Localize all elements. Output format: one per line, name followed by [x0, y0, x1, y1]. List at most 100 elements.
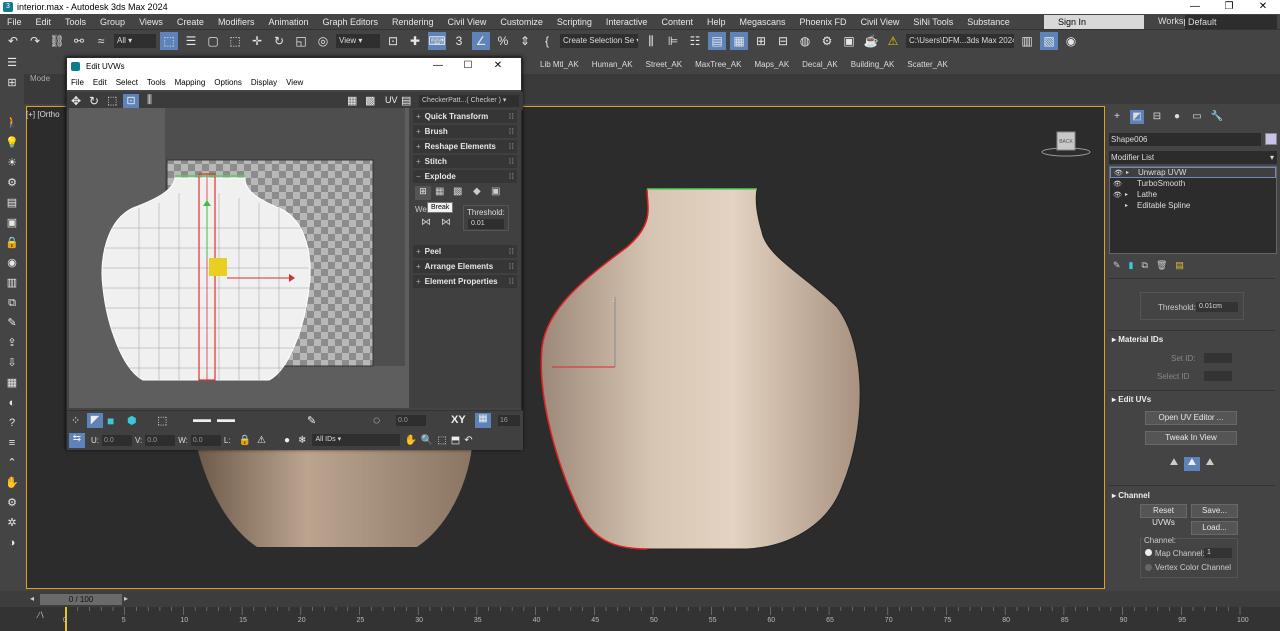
w-field[interactable]: 0.0 — [190, 434, 221, 446]
angle-snap-icon[interactable]: ∠ — [472, 32, 490, 50]
light-icon[interactable]: 💡 — [4, 135, 20, 151]
uv-checker-icon[interactable]: ▦ — [347, 94, 357, 107]
render-production-icon[interactable]: ☕ — [862, 32, 880, 50]
cp-threshold-spinner[interactable]: 0.01cm — [1196, 302, 1238, 312]
uv-menu-options[interactable]: Options — [214, 78, 242, 87]
cube-icon[interactable]: ▣ — [4, 215, 20, 231]
unlink-icon[interactable]: ⚯ — [70, 32, 88, 50]
render-setup-icon[interactable]: ⚙ — [818, 32, 836, 50]
pin-stack-icon[interactable]: ✎ — [1113, 260, 1121, 274]
scene-icon[interactable]: ⊞ — [4, 75, 20, 91]
undo-icon[interactable]: ↶ — [4, 32, 22, 50]
select-manipulate-icon[interactable]: ✚ — [406, 32, 424, 50]
select-vertex-icon[interactable]: ⁘ — [71, 414, 80, 427]
rollout-element-properties[interactable]: + Element Properties ⁞⁞ — [413, 275, 517, 288]
rollout-quick-transform[interactable]: + Quick Transform ⁞⁞ — [413, 110, 517, 123]
grid-value-field[interactable]: 16 — [498, 415, 520, 426]
track-bar[interactable] — [0, 607, 1280, 631]
pivot-center-icon[interactable]: ⊡ — [384, 32, 402, 50]
stack-item-lathe[interactable]: 👁 ▸ Lathe — [1110, 189, 1276, 200]
axis-toggle[interactable]: XY — [451, 414, 466, 426]
import-icon[interactable]: ⇩ — [4, 355, 20, 371]
zoom-icon[interactable]: 🔍 — [421, 435, 433, 446]
align-icon[interactable]: ⊫ — [664, 32, 682, 50]
select-object-icon[interactable]: ⬚ — [160, 32, 178, 50]
projection-icon-2[interactable]: ⛰ — [1184, 457, 1200, 471]
uv-menu-edit[interactable]: Edit — [93, 78, 107, 87]
snaps-toggle-icon[interactable]: 3 — [450, 32, 468, 50]
settings-icon[interactable]: ⚙ — [4, 495, 20, 511]
select-by-name-icon[interactable]: ☰ — [182, 32, 200, 50]
map-channel-radio[interactable] — [1145, 549, 1152, 556]
projection-icon-3[interactable]: ⛰ — [1202, 457, 1218, 471]
rollout-peel[interactable]: + Peel ⁞⁞ — [413, 245, 517, 258]
expand-icon[interactable]: ▸ — [1125, 202, 1133, 209]
loop-select-icon[interactable]: ▬▬ — [217, 414, 235, 424]
rotate-icon[interactable]: ↻ — [270, 32, 288, 50]
break-icon[interactable]: ⊞ — [415, 186, 431, 200]
uv-minimize-button[interactable]: — — [423, 58, 453, 74]
stack-item-unwrap-uvw[interactable]: 👁 ▸ Unwrap UVW — [1110, 167, 1276, 178]
select-element-icon[interactable]: ⬢ — [127, 414, 137, 427]
channel-title[interactable]: ▸ Channel — [1112, 491, 1150, 500]
menu-file[interactable]: File — [0, 17, 29, 27]
shelf-lib-mtl[interactable]: Lib Mtl_AK — [540, 60, 579, 69]
project-folder-icon[interactable]: ▥ — [1018, 32, 1036, 50]
list-icon[interactable]: ≡ — [4, 435, 20, 451]
uv-freeform-icon[interactable]: ⊡ — [123, 94, 139, 108]
pan-icon[interactable]: ✋ — [404, 435, 416, 446]
shelf-building[interactable]: Building_AK — [851, 60, 895, 69]
v-field[interactable]: 0.0 — [145, 434, 176, 446]
link-icon[interactable]: ⛓ — [48, 32, 66, 50]
lock-icon-uv[interactable]: 🔒 — [239, 435, 251, 446]
vertex-color-radio[interactable] — [1145, 564, 1152, 571]
menu-views[interactable]: Views — [132, 17, 170, 27]
warning-icon[interactable]: ⚠ — [884, 32, 902, 50]
menu-scripting[interactable]: Scripting — [550, 17, 599, 27]
configure-modifier-sets-icon[interactable]: ▤ — [1175, 260, 1184, 274]
shelf-scatter[interactable]: Scatter_AK — [907, 60, 947, 69]
zoom-region-icon[interactable]: ⬚ — [437, 435, 446, 446]
weld-icon[interactable]: ⋈ — [421, 217, 431, 228]
select-id-button[interactable]: Select ID — [1157, 372, 1189, 381]
open-uv-editor-button[interactable]: Open UV Editor ... — [1145, 411, 1237, 425]
reset-uvws-button[interactable]: Reset UVWs — [1140, 504, 1187, 527]
map-channel-spinner[interactable]: 1 — [1204, 548, 1232, 558]
rendered-frame-window-icon[interactable]: ▣ — [840, 32, 858, 50]
uv-menu-select[interactable]: Select — [116, 78, 138, 87]
eye-icon[interactable]: 👁 — [1113, 180, 1123, 188]
expand-icon[interactable]: ▸ — [1126, 169, 1134, 176]
close-button[interactable]: ✕ — [1246, 0, 1280, 14]
window-crossing-icon[interactable]: ⬚ — [226, 32, 244, 50]
uv-close-button[interactable]: ✕ — [483, 58, 513, 74]
workspaces-dropdown[interactable]: Default — [1185, 15, 1277, 29]
reference-coord-dropdown[interactable]: View ▾ — [336, 34, 380, 48]
modify-tab-icon[interactable]: ◩ — [1130, 110, 1144, 124]
uv-grid-toggle-icon[interactable]: ▤ — [401, 94, 411, 107]
percent-snap-icon[interactable]: % — [494, 32, 512, 50]
uv-rotate-icon[interactable]: ↻ — [89, 94, 99, 108]
shelf-maxtree[interactable]: MaxTree_AK — [695, 60, 741, 69]
select-id-spinner[interactable] — [1204, 371, 1232, 381]
uv-maximize-button[interactable]: ☐ — [453, 58, 483, 74]
grid-icon[interactable]: ▦ — [4, 375, 20, 391]
create-tab-icon[interactable]: + — [1110, 110, 1124, 124]
menu-civil-view[interactable]: Civil View — [441, 17, 494, 27]
ring-select-icon[interactable]: ▬▬ — [193, 414, 211, 424]
layers-icon[interactable]: ▤ — [4, 195, 20, 211]
palette-icon[interactable]: ◑ — [4, 535, 20, 551]
material-editor-icon[interactable]: ◍ — [796, 32, 814, 50]
export-icon[interactable]: ⇪ — [4, 335, 20, 351]
menu-phoenix-fd[interactable]: Phoenix FD — [793, 17, 854, 27]
eye-icon[interactable]: 👁 — [1114, 169, 1124, 177]
stack-item-turbosmooth[interactable]: 👁 TurboSmooth — [1110, 178, 1276, 189]
menu-substance[interactable]: Substance — [960, 17, 1017, 27]
help-circle-icon[interactable]: ◉ — [1062, 32, 1080, 50]
make-unique-icon[interactable]: ⧉ — [1142, 260, 1148, 274]
sphere-icon[interactable]: ◉ — [4, 255, 20, 271]
menu-help[interactable]: Help — [700, 17, 733, 27]
threshold-spinner[interactable]: 0.01 — [468, 219, 504, 229]
shelf-human[interactable]: Human_AK — [592, 60, 633, 69]
redo-icon[interactable]: ↷ — [26, 32, 44, 50]
zoom-extents-icon[interactable]: ⬒ — [451, 435, 460, 446]
